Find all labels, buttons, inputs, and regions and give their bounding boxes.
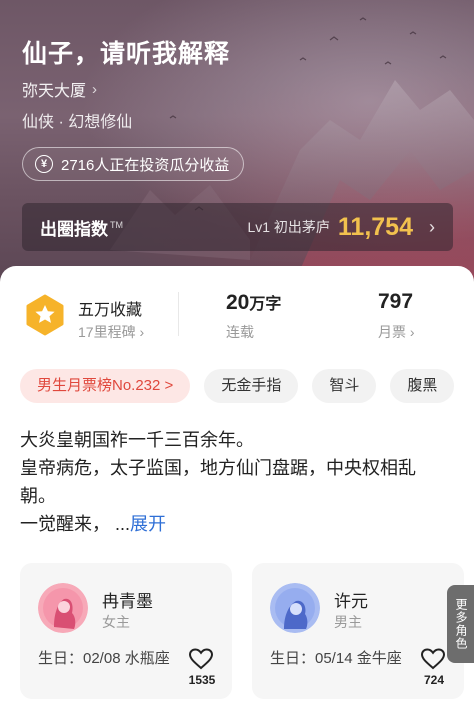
character-list: 冉青墨 女主 生日：02/08 水瓶座 1535 许元 男主 生日：05/14 … [20, 563, 464, 699]
character-name: 许元 [334, 592, 368, 611]
book-hero: 仙子，请听我解释 弥天大厦 › 仙侠 · 幻想修仙 ¥ 2716人正在投资瓜分收… [0, 0, 474, 290]
heart-icon[interactable] [188, 647, 214, 671]
favorites-count: 五万收藏 [78, 302, 143, 319]
milestone-link[interactable]: 17里程碑 › [78, 322, 144, 342]
word-count: 20万字 [226, 291, 282, 314]
character-card[interactable]: 许元 男主 生日：05/14 金牛座 724 [252, 563, 464, 699]
heart-icon[interactable] [420, 647, 446, 671]
monthly-tickets-link[interactable]: 月票 › [378, 322, 415, 342]
star-badge-icon [26, 294, 64, 336]
book-detail-card: 五万收藏 17里程碑 › 20万字 连载 797 月票 › 男生月票榜No.23… [0, 266, 474, 710]
character-role: 女主 [102, 614, 130, 630]
serial-status: 连载 [226, 324, 254, 340]
rank-tag[interactable]: 男生月票榜No.232 > [20, 369, 191, 403]
tag-chip[interactable]: 智斗 [312, 369, 377, 403]
book-genre: 仙侠 · 幻想修仙 [22, 114, 133, 131]
book-title: 仙子，请听我解释 [22, 40, 231, 68]
synopsis-line: 大炎皇朝国祚一千三百余年。 [20, 430, 254, 450]
character-avatar [270, 583, 320, 633]
tag-chip[interactable]: 无金手指 [204, 369, 299, 403]
character-name: 冉青墨 [102, 592, 153, 611]
tag-list: 男生月票榜No.232 > 无金手指 智斗 腹黑 [20, 369, 455, 403]
tag-chip[interactable]: 腹黑 [390, 369, 455, 403]
character-role: 男主 [334, 614, 362, 630]
character-birthday: 生日：05/14 金牛座 [270, 650, 402, 667]
chevron-right-icon: › [409, 324, 415, 340]
author-link[interactable]: 弥天大厦 › [22, 77, 97, 101]
expand-link[interactable]: 展开 [130, 514, 166, 534]
index-label: 出圈指数 TM [40, 219, 123, 239]
character-birthday: 生日：02/08 水瓶座 [38, 650, 170, 667]
stats-row: 五万收藏 17里程碑 › 20万字 连载 797 月票 › [0, 286, 474, 346]
character-card[interactable]: 冉青墨 女主 生日：02/08 水瓶座 1535 [20, 563, 232, 699]
synopsis: 大炎皇朝国祚一千三百余年。 皇帝病危，太子监国，地方仙门盘踞，中央权相乱朝。 一… [20, 426, 450, 538]
popularity-index-bar[interactable]: 出圈指数 TM Lv1 初出茅庐 11,754 › [22, 203, 453, 251]
invest-button[interactable]: ¥ 2716人正在投资瓜分收益 [22, 147, 245, 181]
author-name: 弥天大厦 [22, 83, 87, 100]
monthly-tickets-count: 797 [378, 290, 414, 313]
investors-count: 2716人正在投资瓜分收益 [61, 156, 230, 174]
synopsis-line: 皇帝病危，太子监国，地方仙门盘踞，中央权相乱朝。 [20, 458, 416, 506]
chevron-right-icon: › [429, 216, 435, 237]
character-avatar [38, 583, 88, 633]
index-level: Lv1 初出茅庐 [247, 219, 330, 235]
chevron-right-icon: › [139, 324, 145, 340]
like-count: 724 [423, 673, 445, 687]
synopsis-line-last: 一觉醒来， ...展开 [20, 514, 167, 534]
more-characters-button[interactable]: 更多角色 [447, 585, 474, 663]
index-value: 11,754 [337, 212, 413, 241]
like-count: 1535 [188, 673, 216, 687]
divider [178, 292, 179, 336]
yen-coin-icon: ¥ [35, 155, 53, 173]
chevron-right-icon: › [92, 80, 98, 98]
